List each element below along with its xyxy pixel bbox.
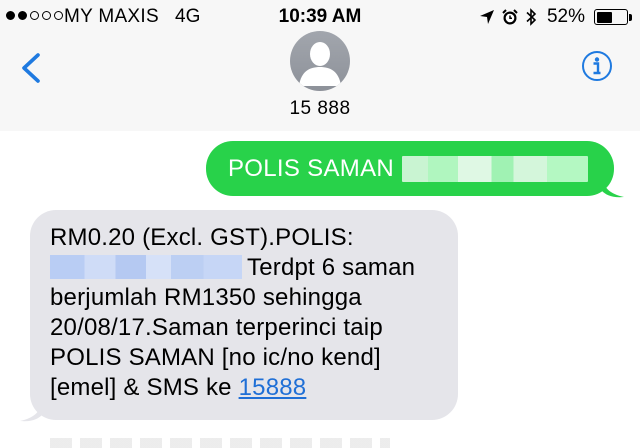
- contact-name[interactable]: 15 888: [0, 98, 640, 120]
- info-button[interactable]: [581, 50, 613, 82]
- status-bar: MY MAXIS 4G 10:39 AM 52%: [0, 0, 640, 34]
- redacted-text-block: [50, 255, 242, 279]
- sent-message-bubble[interactable]: POLIS SAMAN: [206, 141, 614, 196]
- battery-fill: [596, 11, 612, 23]
- back-button[interactable]: [18, 52, 44, 84]
- message-line-text: [emel] & SMS ke: [50, 374, 239, 401]
- contact-avatar[interactable]: [290, 31, 350, 91]
- message-line: berjumlah RM1350 sehingga: [50, 284, 362, 311]
- battery-tip: [629, 13, 632, 21]
- phone-number-link[interactable]: 15888: [239, 374, 307, 401]
- messages-screen: MY MAXIS 4G 10:39 AM 52% 15 888 POLIS SA…: [0, 0, 640, 448]
- chevron-left-icon: [22, 53, 40, 83]
- location-arrow-icon: [479, 9, 495, 25]
- message-line: Terdpt 6 saman: [50, 253, 458, 283]
- status-right-group: 52%: [479, 6, 632, 28]
- message-line: [emel] & SMS ke 15888: [50, 373, 458, 403]
- conversation-header: MY MAXIS 4G 10:39 AM 52% 15 888: [0, 0, 640, 131]
- message-line: 20/08/17.Saman terperinci taip: [50, 314, 383, 341]
- bluetooth-icon: [525, 7, 537, 27]
- battery-outline: [594, 9, 628, 25]
- message-line-text: Terdpt 6 saman: [247, 254, 416, 281]
- message-line: POLIS SAMAN [no ic/no kend]: [50, 344, 381, 371]
- battery-percent: 52%: [546, 6, 585, 27]
- next-message-partial: [50, 438, 390, 448]
- redacted-text-block: [402, 155, 589, 182]
- alarm-clock-icon: [501, 8, 519, 26]
- battery-icon: [591, 9, 632, 25]
- message-line: RM0.20 (Excl. GST).POLIS:: [50, 224, 354, 251]
- person-silhouette-icon: [299, 42, 341, 86]
- received-message-bubble[interactable]: RM0.20 (Excl. GST).POLIS: Terdpt 6 saman…: [30, 210, 458, 420]
- sent-message-text: POLIS SAMAN: [228, 154, 395, 182]
- info-icon: [582, 51, 612, 81]
